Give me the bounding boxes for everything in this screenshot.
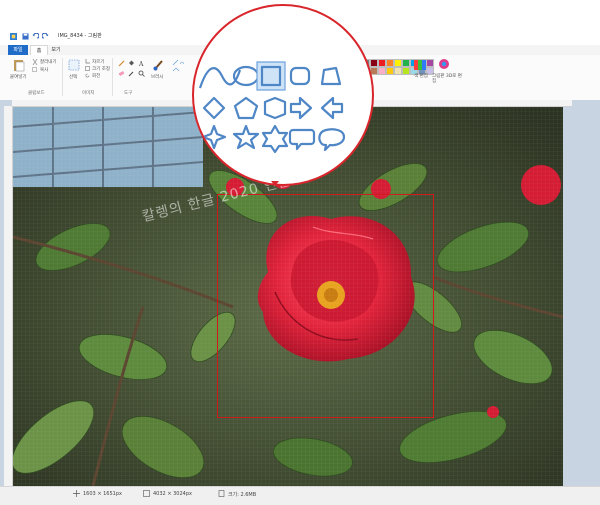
color-swatch[interactable] <box>370 59 378 67</box>
file-size: 크기: 2.6MB <box>228 492 257 498</box>
undo-icon[interactable] <box>32 33 39 40</box>
paste-icon[interactable] <box>12 58 26 72</box>
color-swatch[interactable] <box>386 59 394 67</box>
rounded-callout-shape-icon <box>288 128 316 151</box>
select-icon[interactable] <box>68 59 80 71</box>
crop-icon[interactable] <box>85 59 90 64</box>
brushes-button[interactable]: 브러시 <box>151 74 163 80</box>
color-picker-icon[interactable] <box>128 70 135 77</box>
resize-icon[interactable] <box>85 66 90 71</box>
cursor-position-icon <box>73 490 80 497</box>
image-size-icon <box>143 490 150 497</box>
copy-icon[interactable] <box>32 67 38 73</box>
paint3d-button[interactable]: 그림판 3D로 편집 <box>432 74 462 84</box>
color-swatch[interactable] <box>394 59 402 67</box>
six-point-star-shape-icon <box>261 124 289 154</box>
select-button[interactable]: 선택 <box>69 74 77 80</box>
color-swatch[interactable] <box>378 67 386 75</box>
ribbon-divider <box>62 58 63 96</box>
image-group-label: 이미지 <box>82 91 95 96</box>
tab-file[interactable]: 파일 <box>8 45 28 55</box>
hexagon-shape-icon <box>263 96 287 120</box>
save-icon[interactable] <box>22 33 29 40</box>
image-dimensions: 4032 × 3024px <box>153 491 192 497</box>
five-point-star-shape-icon <box>232 124 260 150</box>
magnifier-icon[interactable] <box>138 70 145 77</box>
diamond-shape-icon <box>202 96 226 120</box>
copy-button[interactable]: 복사 <box>40 67 48 73</box>
selection-rectangle[interactable] <box>217 194 434 418</box>
tools-group-label: 도구 <box>124 91 133 96</box>
paint-window: IMG_8434 - 그림판 파일 홈 보기 붙여넣기 잘라내기 복사 클립보드… <box>0 0 600 505</box>
polygon-shape-icon <box>320 66 342 86</box>
color-swatch[interactable] <box>394 67 402 75</box>
pencil-icon[interactable] <box>118 60 125 67</box>
window-title: IMG_8434 - 그림판 <box>58 33 102 39</box>
rounded-rectangle-shape-icon <box>289 66 311 86</box>
shapes-mini-gallery[interactable] <box>172 59 192 73</box>
ribbon-divider <box>112 58 113 96</box>
color-swatch[interactable] <box>378 59 386 67</box>
oval-callout-shape-icon <box>318 128 346 152</box>
eraser-icon[interactable] <box>118 70 125 77</box>
brush-icon[interactable] <box>152 58 166 72</box>
ruler-left <box>4 106 13 486</box>
tab-home[interactable]: 홈 <box>30 45 48 55</box>
cut-icon[interactable] <box>32 59 38 65</box>
right-arrow-shape-icon <box>289 96 313 120</box>
redo-icon[interactable] <box>42 33 49 40</box>
color-swatch[interactable] <box>426 59 434 67</box>
paste-button[interactable]: 붙여넣기 <box>10 74 27 80</box>
color-swatch[interactable] <box>402 59 410 67</box>
svg-text:A: A <box>138 61 144 67</box>
color-swatch[interactable] <box>402 67 410 75</box>
text-icon[interactable]: A <box>138 60 145 67</box>
magnifier-callout <box>192 4 374 186</box>
rotate-button[interactable]: 회전 <box>92 73 100 79</box>
crop-button[interactable]: 자르기 <box>92 59 104 65</box>
pentagon-shape-icon <box>233 96 259 120</box>
resize-button[interactable]: 크기 조정 <box>92 66 110 72</box>
tab-view[interactable]: 보기 <box>48 45 64 55</box>
paint-app-icon <box>10 33 17 40</box>
magnifier-pointer <box>271 181 279 186</box>
cut-button[interactable]: 잘라내기 <box>40 59 57 65</box>
edit-colors-button[interactable]: 색 편집 <box>414 74 428 79</box>
paint3d-icon[interactable] <box>438 58 450 70</box>
rotate-icon[interactable] <box>85 73 90 78</box>
clipboard-group-label: 클립보드 <box>28 91 45 96</box>
color-swatch[interactable] <box>386 67 394 75</box>
shapes-gallery-zoom <box>198 61 346 154</box>
file-size-icon <box>218 490 225 497</box>
cursor-position: 1603 × 1651px <box>83 491 122 497</box>
four-point-star-shape-icon <box>201 124 227 150</box>
edit-colors-icon[interactable] <box>414 60 426 70</box>
fill-icon[interactable] <box>128 60 135 67</box>
left-arrow-shape-icon <box>320 96 344 120</box>
